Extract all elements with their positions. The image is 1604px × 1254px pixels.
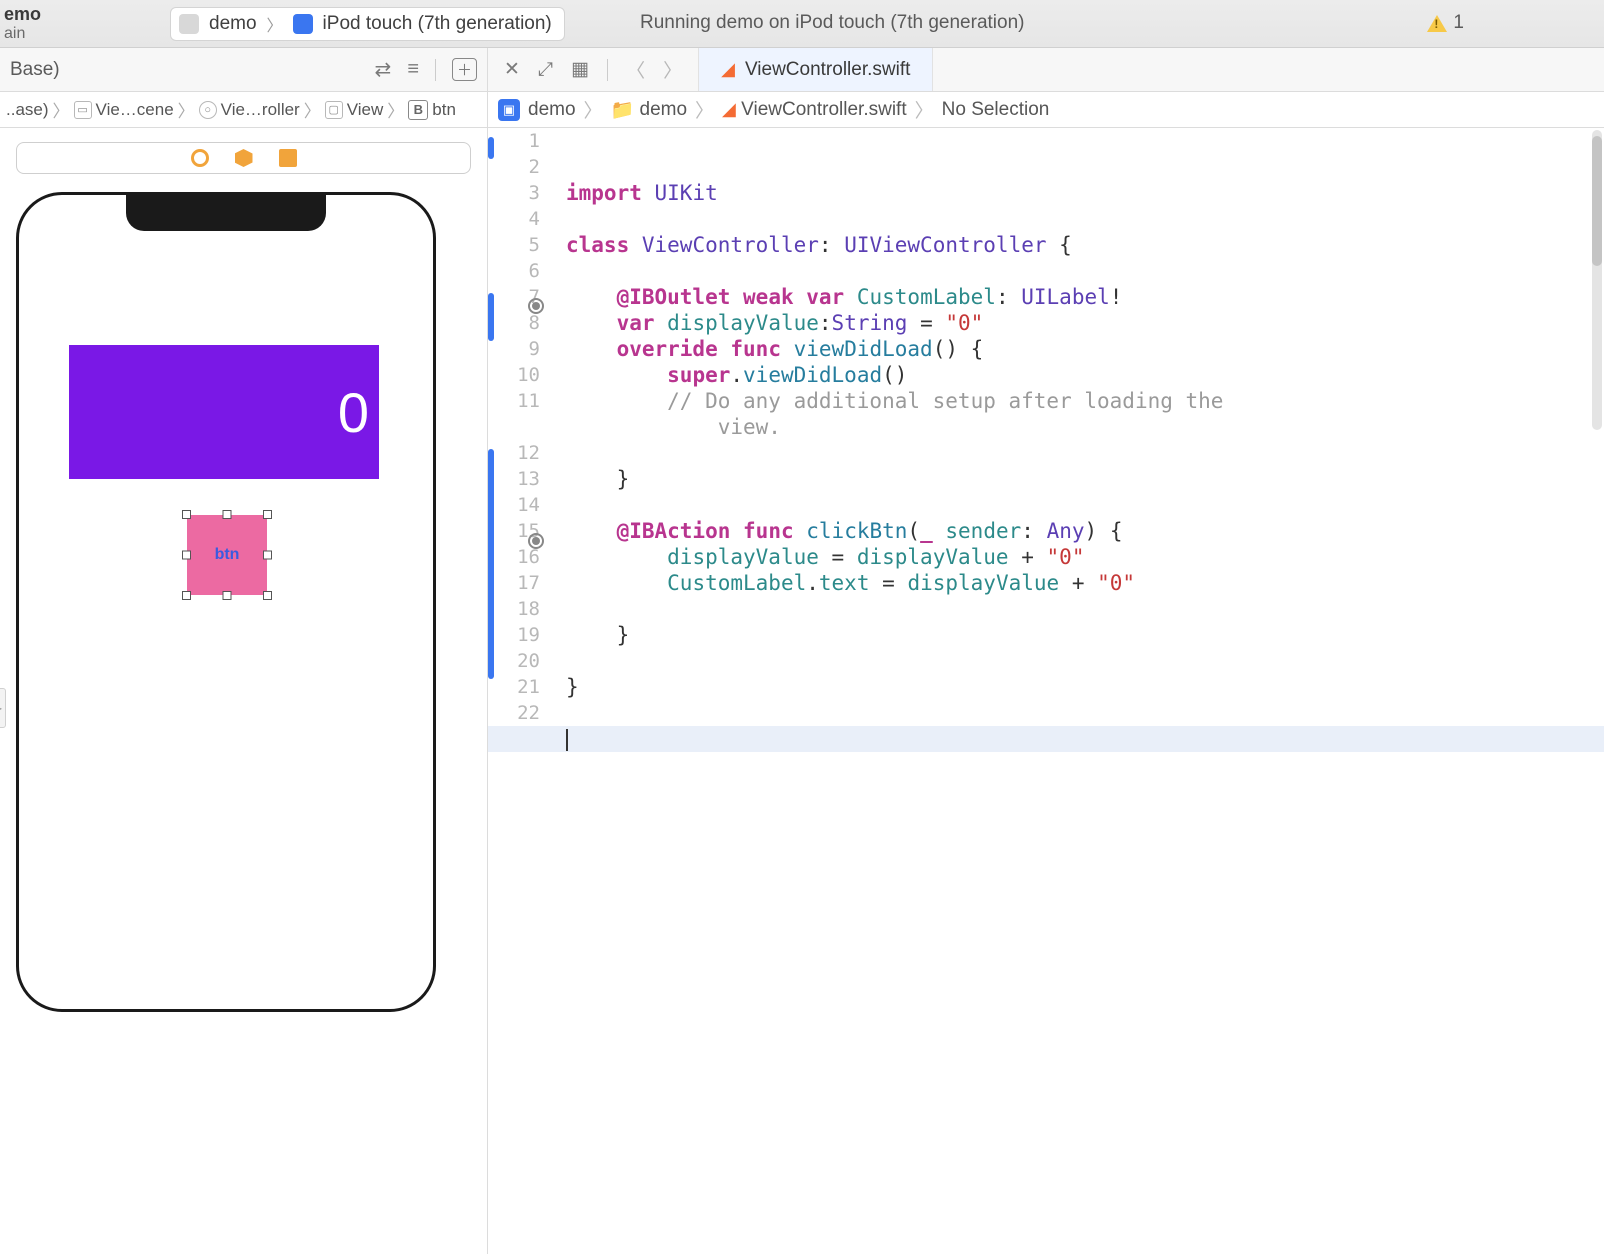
project-title-stub: emo ain	[0, 0, 50, 47]
viewcontroller-icon: ○	[199, 101, 217, 119]
code-jump-bar[interactable]: ▣ demo 〉 📁 demo 〉 ◢ ViewController.swift…	[488, 92, 1604, 128]
resize-handle[interactable]	[223, 510, 232, 519]
counterparts-icon[interactable]: ⇄	[375, 57, 392, 82]
device-preview[interactable]: 0 btn	[16, 192, 436, 1012]
issues-indicator[interactable]: 1	[1427, 12, 1464, 34]
code-text[interactable]: import UIKitclass ViewController: UIView…	[566, 128, 1604, 752]
divider	[435, 59, 436, 81]
divider	[607, 59, 608, 81]
resize-handle[interactable]	[263, 591, 272, 600]
view-icon: ▢	[325, 101, 343, 119]
exit-icon[interactable]	[279, 149, 297, 167]
resize-handle[interactable]	[182, 551, 191, 560]
scheme-project-label: demo	[209, 13, 257, 35]
swift-file-icon: ◢	[722, 99, 736, 120]
resize-handle[interactable]	[223, 591, 232, 600]
resize-handle[interactable]	[263, 551, 272, 560]
vertical-scrollbar[interactable]	[1592, 130, 1602, 430]
main-toolbar: emo ain demo 〉 iPod touch (7th generatio…	[0, 0, 1604, 48]
project-icon: ▣	[498, 99, 520, 121]
tab-label: ViewController.swift	[745, 59, 910, 81]
scroll-thumb[interactable]	[1592, 136, 1602, 266]
document-outline-toggle[interactable]: ▸	[0, 688, 6, 728]
first-responder-icon[interactable]	[235, 149, 253, 167]
change-bar	[488, 449, 494, 679]
warning-count: 1	[1453, 12, 1464, 34]
outlet-connection-icon[interactable]	[528, 298, 544, 314]
storyboard-icon: ▭	[74, 101, 92, 119]
activity-status: Running demo on iPod touch (7th generati…	[640, 12, 1024, 34]
scheme-selector[interactable]: demo 〉 iPod touch (7th generation)	[170, 7, 565, 41]
scene-circle-icon[interactable]	[191, 149, 209, 167]
device-notch	[126, 195, 326, 231]
close-tab-icon[interactable]: ✕	[504, 58, 520, 81]
editor-tabbar: Base) ⇄ ≡ ＋ ✕ ⤢ ▦ 〈 〉 ◢ ViewController.s…	[0, 48, 1604, 92]
folder-icon: 📁	[611, 98, 635, 122]
button-icon: B	[408, 100, 428, 120]
jump-bar-row: ..ase) 〉 ▭Vie…cene 〉 ○Vie…roller 〉 ▢View…	[0, 92, 1604, 128]
adjust-editor-icon[interactable]: ≡	[407, 58, 419, 81]
branch-partial: ain	[4, 25, 50, 43]
ib-jump-bar[interactable]: ..ase) 〉 ▭Vie…cene 〉 ○Vie…roller 〉 ▢View…	[0, 92, 488, 128]
tab-viewcontroller[interactable]: ◢ ViewController.swift	[698, 48, 933, 91]
assistant-label: Base)	[10, 59, 60, 81]
expand-icon[interactable]: ⤢	[538, 59, 553, 81]
custom-label[interactable]: 0	[69, 345, 379, 479]
split-view: 0 btn ▸ 123456789101112131415161	[0, 128, 1604, 1254]
change-bar	[488, 293, 494, 341]
nav-forward-icon[interactable]: 〉	[663, 56, 682, 83]
change-bar	[488, 137, 494, 159]
nav-back-icon[interactable]: 〈	[626, 56, 645, 83]
interface-builder-canvas[interactable]: 0 btn ▸	[0, 128, 488, 1254]
line-number-gutter: 1234567891011121314151617181920212223	[488, 128, 550, 1254]
editor-tabs-area: ✕ ⤢ ▦ 〈 〉 ◢ ViewController.swift	[488, 48, 1604, 91]
add-editor-icon[interactable]: ＋	[452, 58, 477, 81]
chevron-right-icon: 〉	[267, 12, 283, 36]
resize-handle[interactable]	[182, 510, 191, 519]
button-title: btn	[215, 546, 240, 564]
minimap-grid-icon[interactable]: ▦	[571, 58, 589, 81]
simulator-icon	[293, 14, 313, 34]
app-icon	[179, 14, 199, 34]
label-text: 0	[338, 380, 369, 445]
action-connection-icon[interactable]	[528, 533, 544, 549]
project-name-partial: emo	[4, 4, 50, 25]
swift-file-icon: ◢	[721, 59, 735, 80]
assistant-editor-header: Base) ⇄ ≡ ＋	[0, 48, 488, 91]
btn-button-selected[interactable]: btn	[187, 515, 267, 595]
scene-dock[interactable]	[16, 142, 471, 174]
scheme-device-label: iPod touch (7th generation)	[323, 13, 552, 35]
warning-triangle-icon	[1427, 15, 1447, 32]
source-editor[interactable]: 1234567891011121314151617181920212223 im…	[488, 128, 1604, 1254]
resize-handle[interactable]	[263, 510, 272, 519]
resize-handle[interactable]	[182, 591, 191, 600]
